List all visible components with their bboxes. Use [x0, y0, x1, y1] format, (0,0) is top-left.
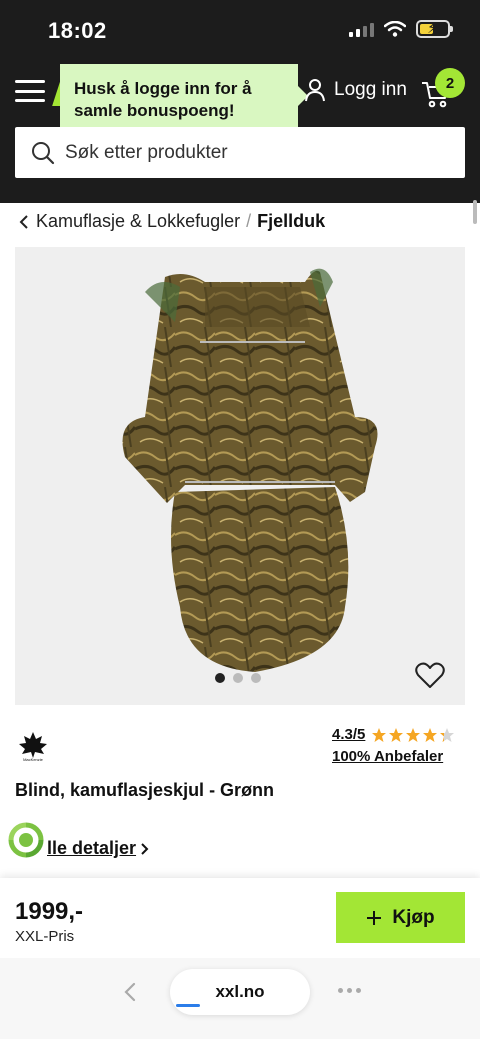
page-scrollbar[interactable]: [473, 200, 477, 224]
wifi-icon: [384, 21, 406, 37]
search-input[interactable]: [65, 141, 445, 164]
signal-icon: [349, 21, 374, 37]
star-icon: [406, 727, 421, 742]
product-image-gallery[interactable]: [15, 247, 465, 705]
rating-stars: [371, 727, 455, 743]
status-bar: 18:02 ⚡: [0, 0, 480, 62]
battery-icon: ⚡: [416, 20, 453, 38]
gallery-dot[interactable]: [251, 673, 261, 683]
price: 1999,-: [15, 898, 84, 925]
login-label: Logg inn: [334, 79, 407, 100]
star-icon: [440, 727, 455, 742]
page-load-progress: [176, 1004, 200, 1007]
breadcrumb-current[interactable]: Fjellduk: [257, 211, 325, 232]
cart-count-badge: 2: [435, 68, 465, 98]
recommend-link[interactable]: 100% Anbefaler: [332, 748, 455, 765]
product-rating[interactable]: 4.3/5 100% Anbefaler: [332, 726, 455, 765]
menu-icon[interactable]: [15, 80, 45, 102]
search-icon: [32, 141, 55, 164]
buy-button[interactable]: Kjøp: [336, 892, 465, 943]
star-icon: [423, 727, 438, 742]
chevron-right-icon: [141, 842, 149, 855]
all-details-link[interactable]: lle detaljer: [15, 838, 150, 859]
browser-back-icon[interactable]: [118, 980, 142, 1004]
status-time: 18:02: [48, 18, 107, 43]
chevron-left-icon[interactable]: [18, 214, 30, 230]
address-url: xxl.no: [215, 982, 265, 1001]
star-icon: [389, 727, 404, 742]
address-bar[interactable]: xxl.no: [170, 969, 310, 1015]
product-image: [122, 268, 378, 672]
gallery-dot[interactable]: [215, 673, 225, 683]
breadcrumb: Kamuflasje & Lokkefugler / Fjellduk: [18, 211, 325, 232]
product-title: Blind, kamuflasjeskjul - Grønn: [15, 780, 275, 800]
status-icons: ⚡: [349, 20, 453, 38]
details-label[interactable]: lle detaljer: [47, 838, 136, 859]
gallery-dots[interactable]: [215, 673, 261, 683]
header: Husk å logge inn for å samle bonuspoeng!…: [0, 62, 480, 203]
star-icon: [372, 727, 387, 742]
heart-icon[interactable]: [415, 661, 445, 689]
buy-label: Kjøp: [392, 906, 435, 928]
brand-logo[interactable]: MacKenzie: [17, 730, 49, 762]
search-bar[interactable]: [15, 127, 465, 178]
breadcrumb-parent-link[interactable]: Kamuflasje & Lokkefugler: [36, 211, 240, 232]
price-label: XXL-Pris: [15, 928, 75, 945]
breadcrumb-separator: /: [246, 211, 252, 231]
user-icon: [305, 79, 325, 102]
price-bar: 1999,- XXL-Pris Kjøp: [0, 878, 480, 958]
more-options-icon[interactable]: [338, 988, 361, 993]
brand-logo-text: MacKenzie: [23, 757, 44, 762]
rating-value[interactable]: 4.3/5: [332, 726, 365, 743]
gallery-dot[interactable]: [233, 673, 243, 683]
login-button[interactable]: Logg inn: [304, 78, 407, 102]
browser-toolbar: xxl.no: [0, 958, 480, 1039]
plus-icon: [367, 910, 382, 925]
